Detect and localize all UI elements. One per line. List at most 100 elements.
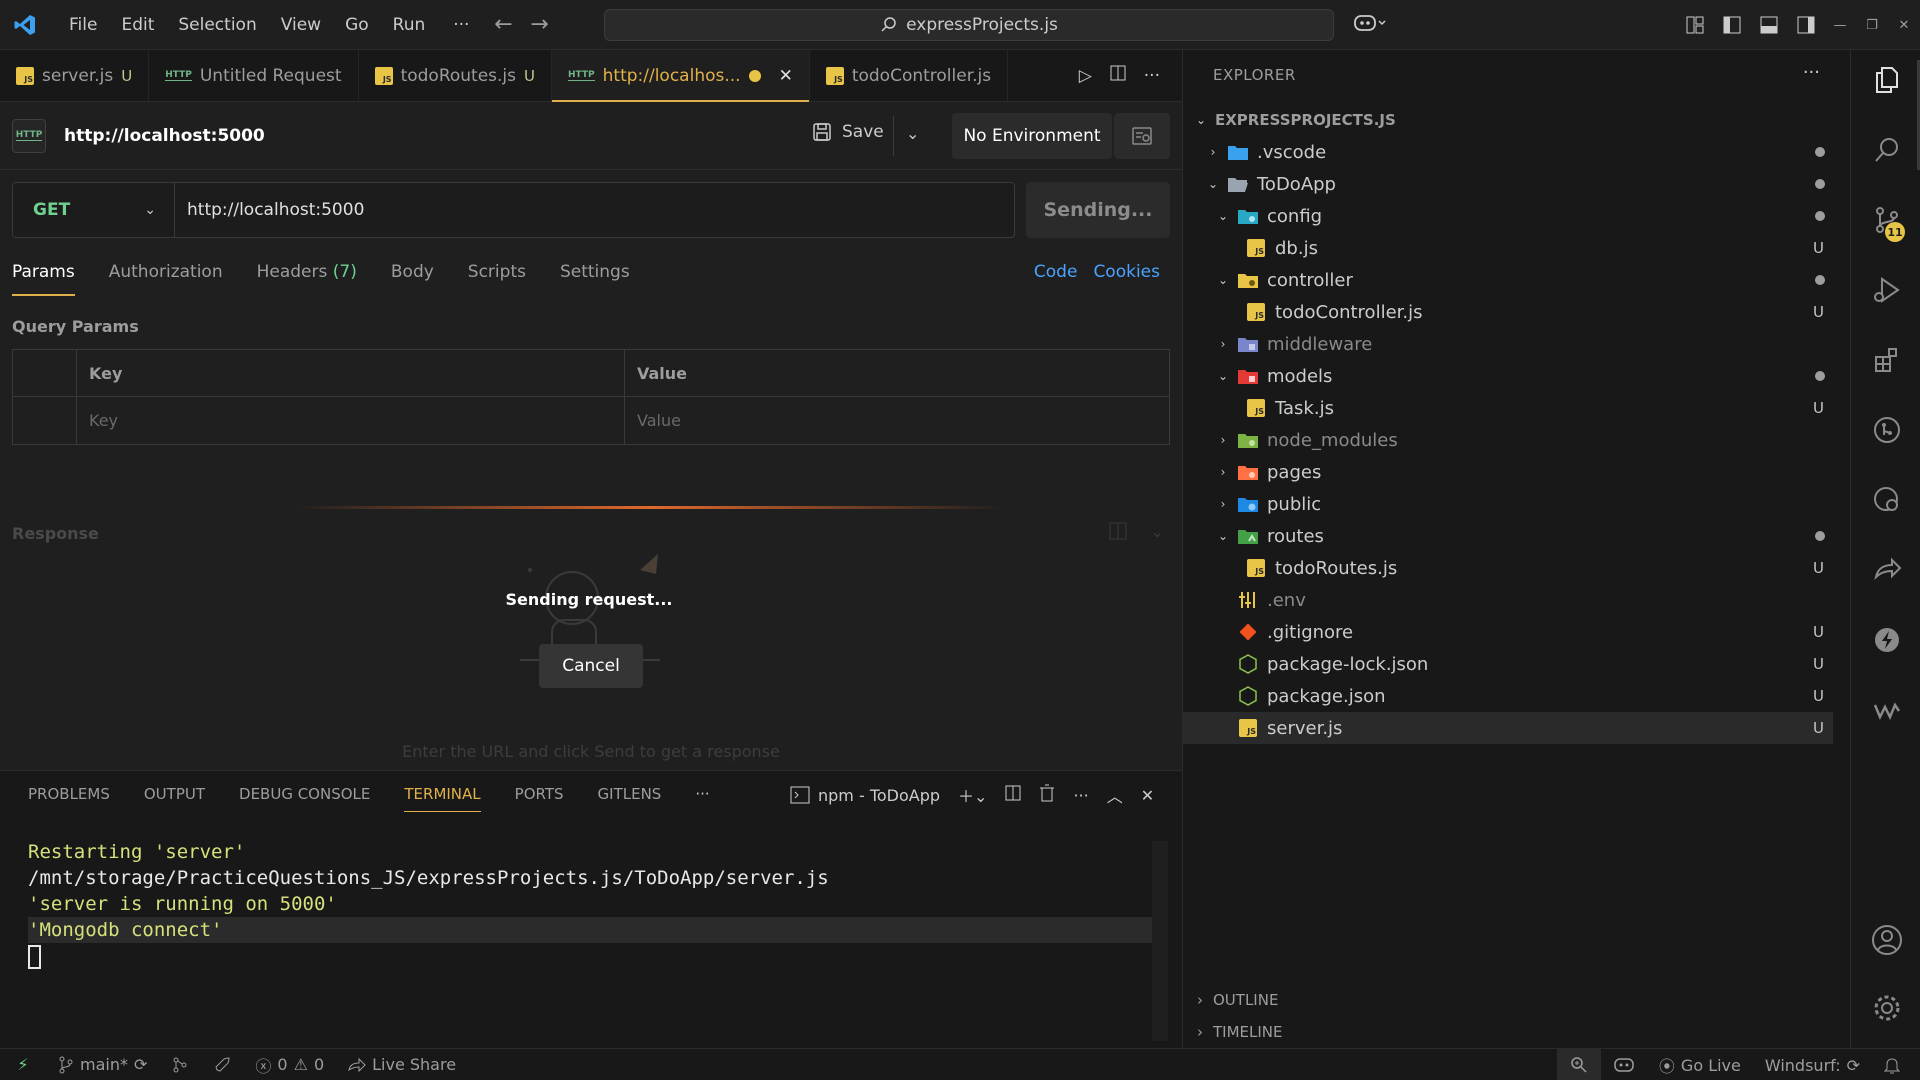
account-icon[interactable] <box>1869 922 1905 958</box>
tab-ports[interactable]: PORTS <box>515 785 564 812</box>
editor-more-icon[interactable]: ··· <box>1144 66 1160 86</box>
menu-run[interactable]: Run <box>381 10 438 40</box>
tab-headers[interactable]: Headers (7) <box>257 262 357 296</box>
sync-icon[interactable]: ⟳ <box>134 1055 147 1074</box>
environment-settings-icon[interactable] <box>1114 113 1170 159</box>
customize-layout-icon[interactable] <box>1676 0 1713 50</box>
tree-item-middleware[interactable]: › middleware <box>1183 328 1851 360</box>
response-layout-icon[interactable] <box>1109 522 1127 544</box>
tree-item-package-lock-json[interactable]: package-lock.json U <box>1183 648 1851 680</box>
tab-todo-routes[interactable]: JS todoRoutes.js U <box>359 50 552 101</box>
new-terminal-icon[interactable]: ＋⌄ <box>958 783 987 807</box>
menu-more-button[interactable]: ··· <box>437 15 485 35</box>
cookies-link[interactable]: Cookies <box>1093 262 1160 282</box>
tree-item-public[interactable]: › public <box>1183 488 1851 520</box>
tab-todo-controller[interactable]: JS todoController.js <box>810 50 1009 101</box>
tree-item-config[interactable]: ⌄ config <box>1183 200 1851 232</box>
send-button[interactable]: Sending... <box>1026 182 1170 238</box>
chevron-down-icon[interactable]: ⌄ <box>1151 522 1164 544</box>
tree-item-routes[interactable]: ⌄ routes <box>1183 520 1851 552</box>
remote-indicator-icon[interactable]: ⚡ <box>0 1049 46 1080</box>
gitlens-icon[interactable] <box>1869 412 1905 448</box>
tab-gitlens[interactable]: GITLENS <box>598 785 662 812</box>
copilot-button[interactable] <box>1353 12 1387 39</box>
branch-indicator[interactable]: main* ⟳ <box>46 1055 159 1074</box>
live-share-button[interactable]: Live Share <box>336 1055 468 1074</box>
tree-item-pages[interactable]: › pages <box>1183 456 1851 488</box>
tab-authorization[interactable]: Authorization <box>109 262 223 296</box>
tree-item-todoroutes-js[interactable]: JS todoRoutes.js U <box>1183 552 1851 584</box>
menu-file[interactable]: File <box>57 10 109 40</box>
value-input[interactable]: Value <box>625 397 1169 444</box>
search-icon[interactable] <box>1869 132 1905 168</box>
maximize-panel-icon[interactable]: ︿ <box>1107 783 1123 807</box>
row-checkbox[interactable] <box>13 397 77 444</box>
rocket-icon[interactable] <box>201 1056 243 1074</box>
panel-more-button[interactable]: ··· <box>695 785 709 812</box>
close-tab-icon[interactable]: ✕ <box>779 66 793 86</box>
tab-debug-console[interactable]: DEBUG CONSOLE <box>239 785 370 812</box>
menu-selection[interactable]: Selection <box>166 10 268 40</box>
git-graph-icon[interactable] <box>159 1056 201 1074</box>
tree-item-server-js[interactable]: JS server.js U <box>1183 712 1833 744</box>
tree-item-db-js[interactable]: JS db.js U <box>1183 232 1851 264</box>
tree-item-todoapp[interactable]: ⌄ ToDoApp <box>1183 168 1851 200</box>
tree-item-models[interactable]: ⌄ models <box>1183 360 1851 392</box>
terminal-scrollbar[interactable] <box>1152 841 1168 1041</box>
tab-body[interactable]: Body <box>391 262 434 296</box>
tab-server-js[interactable]: JS server.js U <box>0 50 150 101</box>
toggle-panel-icon[interactable] <box>1750 0 1787 50</box>
tab-problems[interactable]: PROBLEMS <box>28 785 110 812</box>
tab-http-localhost[interactable]: HTTP http://localhos... ✕ <box>552 50 810 102</box>
go-live-button[interactable]: ⦿ Go Live <box>1647 1053 1753 1077</box>
tree-item-gitignore[interactable]: .gitignore U <box>1183 616 1851 648</box>
restore-icon[interactable]: ❐ <box>1856 0 1888 50</box>
windsurf-icon[interactable] <box>1869 692 1905 728</box>
menu-edit[interactable]: Edit <box>109 10 166 40</box>
save-options-chevron-icon[interactable]: ⌄ <box>906 124 919 143</box>
outline-section[interactable]: › OUTLINE <box>1197 991 1278 1009</box>
key-input[interactable]: Key <box>77 397 625 444</box>
forward-arrow-icon[interactable]: → <box>521 12 557 37</box>
tree-item-node-modules[interactable]: › node_modules <box>1183 424 1851 456</box>
close-panel-icon[interactable]: ✕ <box>1141 786 1154 805</box>
toggle-primary-sidebar-icon[interactable] <box>1713 0 1750 50</box>
close-window-icon[interactable]: ✕ <box>1888 0 1920 50</box>
explorer-more-button[interactable]: ··· <box>1803 62 1820 83</box>
toggle-secondary-sidebar-icon[interactable] <box>1787 0 1824 50</box>
save-button[interactable]: Save <box>812 122 884 142</box>
tab-settings[interactable]: Settings <box>560 262 630 296</box>
tree-item-package-json[interactable]: package.json U <box>1183 680 1851 712</box>
tree-item-controller[interactable]: ⌄ controller <box>1183 264 1851 296</box>
bell-icon[interactable] <box>1872 1056 1920 1074</box>
extensions-icon[interactable] <box>1869 342 1905 378</box>
environment-selector[interactable]: No Environment <box>952 113 1112 159</box>
menu-view[interactable]: View <box>269 10 333 40</box>
tab-output[interactable]: OUTPUT <box>144 785 205 812</box>
url-input[interactable] <box>175 183 1014 237</box>
gear-icon[interactable] <box>1869 990 1905 1026</box>
cancel-button[interactable]: Cancel <box>539 644 643 688</box>
method-select[interactable]: GET ⌄ <box>13 183 175 237</box>
run-icon[interactable]: ▷ <box>1079 66 1092 86</box>
back-arrow-icon[interactable]: ← <box>485 12 521 37</box>
trash-icon[interactable] <box>1039 784 1055 806</box>
menu-go[interactable]: Go <box>333 10 381 40</box>
code-link[interactable]: Code <box>1034 262 1078 282</box>
explorer-files-icon[interactable] <box>1869 62 1905 98</box>
terminal-output[interactable]: Restarting 'server' /mnt/storage/Practic… <box>28 839 1156 976</box>
split-terminal-icon[interactable] <box>1005 785 1021 805</box>
thunder-client-icon[interactable] <box>1869 622 1905 658</box>
copilot-status-icon[interactable] <box>1601 1057 1647 1073</box>
problems-indicator[interactable]: ⓧ 0 ⚠ 0 <box>243 1053 336 1077</box>
tab-params[interactable]: Params <box>12 262 75 296</box>
terminal-instance[interactable]: npm - ToDoApp <box>790 786 940 805</box>
windsurf-status[interactable]: Windsurf: ⟳ <box>1753 1056 1872 1075</box>
tab-untitled-request[interactable]: HTTP Untitled Request <box>149 50 359 101</box>
workspace-root[interactable]: ⌄ EXPRESSPROJECTS.JS <box>1183 104 1851 136</box>
tree-item-task-js[interactable]: JS Task.js U <box>1183 392 1851 424</box>
live-share-icon[interactable] <box>1869 552 1905 588</box>
minimize-icon[interactable]: — <box>1824 0 1856 50</box>
terminal-more-icon[interactable]: ··· <box>1073 786 1088 805</box>
tab-terminal[interactable]: TERMINAL <box>404 785 481 812</box>
